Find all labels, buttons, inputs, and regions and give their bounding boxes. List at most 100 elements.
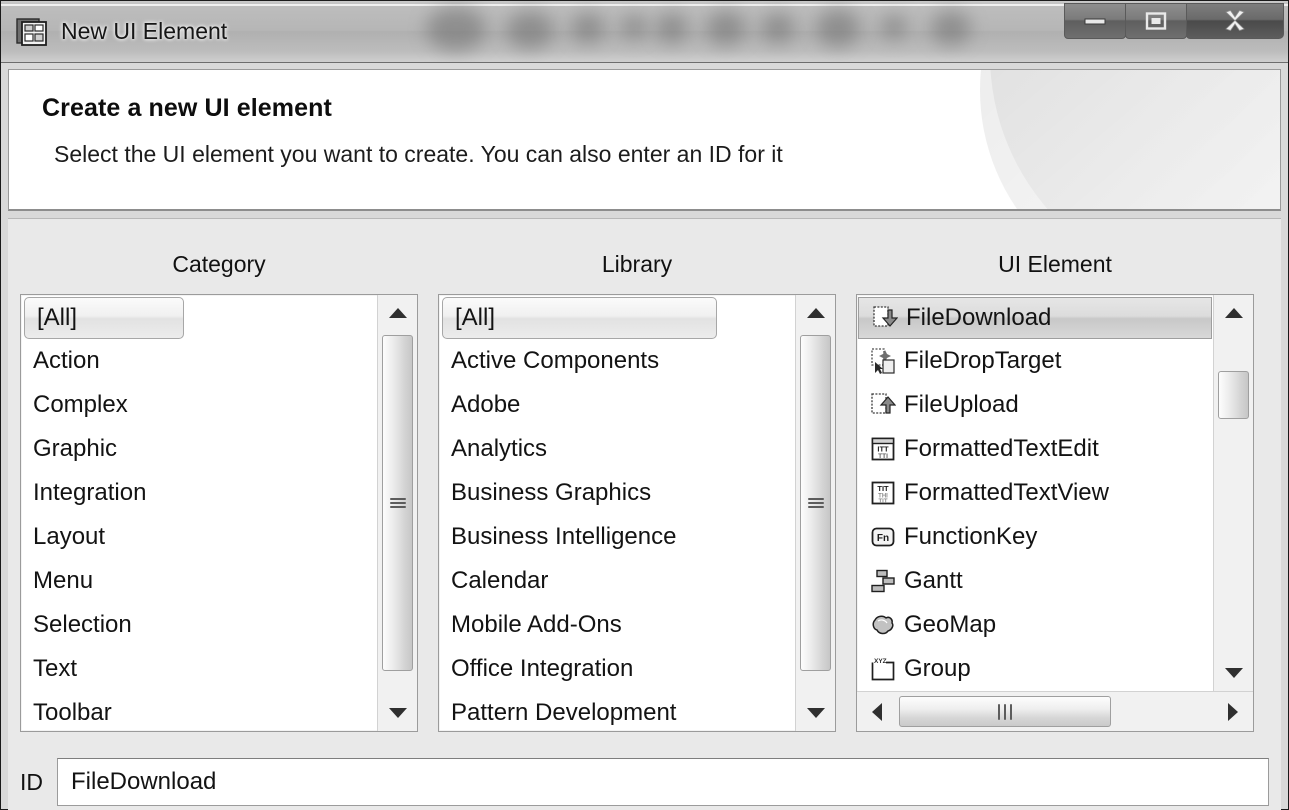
library-column: Library [All] Active Components Adobe An… xyxy=(438,251,836,732)
library-vertical-scrollbar[interactable] xyxy=(795,295,835,731)
page-title: Create a new UI element xyxy=(42,94,332,122)
page-subtitle: Select the UI element you want to create… xyxy=(54,141,783,167)
glass-blur-blob xyxy=(761,13,795,43)
list-item-label: Action xyxy=(33,347,100,374)
id-label: ID xyxy=(20,768,43,795)
list-item-label: Integration xyxy=(33,479,147,506)
list-item-label: Gantt xyxy=(904,567,963,594)
scroll-down-icon[interactable] xyxy=(378,695,417,731)
list-item[interactable]: Calendar xyxy=(439,559,795,603)
glass-blur-blob xyxy=(426,7,486,51)
category-column: Category [All] Action Complex Graphic In… xyxy=(20,251,418,732)
scroll-track[interactable] xyxy=(1214,331,1253,655)
list-item[interactable]: Office Integration xyxy=(439,647,795,691)
list-item[interactable]: Integration xyxy=(21,471,377,515)
scroll-left-icon[interactable] xyxy=(857,692,897,731)
scroll-thumb[interactable] xyxy=(1218,371,1249,419)
formatted-text-view-icon: TIT THI TIT xyxy=(869,479,897,507)
minimize-button[interactable] xyxy=(1064,3,1126,39)
formatted-text-edit-icon: ITT TTI xyxy=(869,435,897,463)
list-item[interactable]: Mobile Add-Ons xyxy=(439,603,795,647)
list-item-label: FormattedTextView xyxy=(904,479,1109,506)
scroll-grip-icon xyxy=(996,703,1014,720)
list-item[interactable]: Pattern Development xyxy=(439,691,795,731)
category-vertical-scrollbar[interactable] xyxy=(377,295,417,731)
list-item[interactable]: FileDownload xyxy=(858,297,1212,339)
uielement-list-items: FileDownload FileDropTarget FileUpload I… xyxy=(857,295,1213,691)
list-item-label: FunctionKey xyxy=(904,523,1038,550)
scroll-track[interactable] xyxy=(378,331,417,695)
scroll-track[interactable] xyxy=(796,331,835,695)
list-item-label: Complex xyxy=(33,391,128,418)
category-listbox[interactable]: [All] Action Complex Graphic Integration xyxy=(20,294,418,732)
list-item-label: Layout xyxy=(33,523,106,550)
list-item[interactable]: Graphic xyxy=(21,427,377,471)
close-button[interactable] xyxy=(1186,3,1284,39)
list-item[interactable]: Gantt xyxy=(857,559,1213,603)
hscroll-track[interactable] xyxy=(897,692,1213,731)
scroll-up-icon[interactable] xyxy=(1214,295,1253,331)
wizard-header: Create a new UI element Select the UI el… xyxy=(8,69,1281,211)
library-listbox[interactable]: [All] Active Components Adobe Analytics xyxy=(438,294,836,732)
svg-text:XYZ: XYZ xyxy=(874,658,887,665)
dialog-window: New UI Element Create a new UI element S… xyxy=(0,0,1289,810)
glass-blur-blob xyxy=(706,11,746,45)
glass-blur-blob xyxy=(881,15,907,39)
scroll-down-icon[interactable] xyxy=(1214,655,1253,691)
glass-blur-blob xyxy=(506,11,554,49)
id-input[interactable]: FileDownload xyxy=(57,758,1269,806)
window-controls xyxy=(1064,3,1284,39)
list-item[interactable]: ITT TTI FormattedTextEdit xyxy=(857,427,1213,471)
glass-blur-blob xyxy=(656,13,688,43)
uielement-horizontal-scrollbar[interactable] xyxy=(857,691,1253,731)
list-item[interactable]: TIT THI TIT FormattedTextView xyxy=(857,471,1213,515)
list-item[interactable]: [All] xyxy=(24,297,184,339)
window-title: New UI Element xyxy=(61,18,228,44)
list-item[interactable]: Fn FunctionKey xyxy=(857,515,1213,559)
scroll-thumb[interactable] xyxy=(800,335,831,671)
list-item[interactable]: FileUpload xyxy=(857,383,1213,427)
list-item[interactable]: [All] xyxy=(442,297,717,339)
svg-text:TIT: TIT xyxy=(879,499,888,505)
title-bar[interactable]: New UI Element xyxy=(1,1,1288,63)
function-key-icon: Fn xyxy=(869,523,897,551)
list-item[interactable]: Menu xyxy=(21,559,377,603)
list-item[interactable]: Active Components xyxy=(439,339,795,383)
list-item[interactable]: Complex xyxy=(21,383,377,427)
hscroll-thumb[interactable] xyxy=(899,696,1111,727)
selector-columns: Category [All] Action Complex Graphic In… xyxy=(8,219,1281,732)
scroll-thumb[interactable] xyxy=(382,335,413,671)
scroll-down-icon[interactable] xyxy=(796,695,835,731)
file-download-icon xyxy=(871,304,899,332)
list-item-label: Text xyxy=(33,655,78,682)
list-item-label: Graphic xyxy=(33,435,118,462)
list-item[interactable]: Business Intelligence xyxy=(439,515,795,559)
list-item[interactable]: Toolbar xyxy=(21,691,377,731)
list-item-label: Mobile Add-Ons xyxy=(451,611,622,638)
svg-text:TIT: TIT xyxy=(877,484,889,493)
list-item[interactable]: Analytics xyxy=(439,427,795,471)
list-item-label: Pattern Development xyxy=(451,699,677,726)
list-item[interactable]: Text xyxy=(21,647,377,691)
svg-text:TTI: TTI xyxy=(878,453,888,460)
list-item-label: Business Graphics xyxy=(451,479,652,506)
list-item[interactable]: GeoMap xyxy=(857,603,1213,647)
list-item[interactable]: Layout xyxy=(21,515,377,559)
scroll-up-icon[interactable] xyxy=(796,295,835,331)
scroll-grip-icon xyxy=(807,496,824,510)
glass-blur-blob xyxy=(621,15,647,39)
list-item[interactable]: XYZ Group xyxy=(857,647,1213,691)
list-item[interactable]: Selection xyxy=(21,603,377,647)
list-item[interactable]: Adobe xyxy=(439,383,795,427)
scroll-up-icon[interactable] xyxy=(378,295,417,331)
uielement-vertical-scrollbar[interactable] xyxy=(1213,295,1253,691)
uielement-listbox[interactable]: FileDownload FileDropTarget FileUpload I… xyxy=(856,294,1254,732)
list-item-label: Office Integration xyxy=(451,655,634,682)
uielement-list-row: FileDownload FileDropTarget FileUpload I… xyxy=(857,295,1253,691)
scroll-right-icon[interactable] xyxy=(1213,692,1253,731)
list-item-label: Selection xyxy=(33,611,132,638)
list-item[interactable]: Business Graphics xyxy=(439,471,795,515)
maximize-button[interactable] xyxy=(1125,3,1187,39)
list-item[interactable]: Action xyxy=(21,339,377,383)
list-item[interactable]: FileDropTarget xyxy=(857,339,1213,383)
